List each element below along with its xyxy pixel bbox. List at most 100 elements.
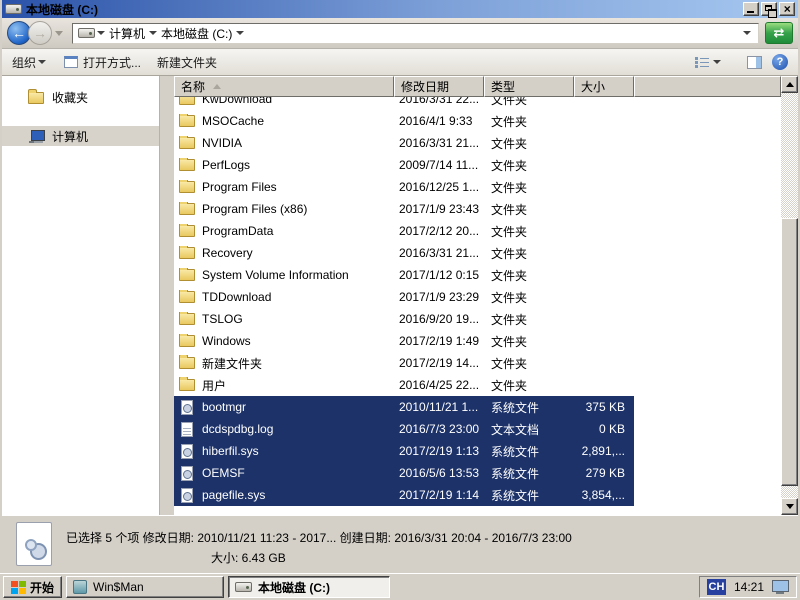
open-with-button[interactable]: 打开方式... [64, 54, 141, 71]
file-row[interactable]: ProgramData2017/2/12 20...文件夹 [174, 220, 634, 242]
file-row[interactable]: System Volume Information2017/1/12 0:15文… [174, 264, 634, 286]
file-row[interactable]: dcdspdbg.log2016/7/3 23:00文本文档0 KB [174, 418, 634, 440]
details-pane: 已选择 5 个项 修改日期: 2010/11/21 11:23 - 2017..… [2, 515, 798, 571]
display-tray-icon[interactable] [772, 580, 789, 594]
history-dropdown-icon[interactable] [55, 31, 63, 40]
scroll-down-button[interactable] [781, 498, 798, 515]
file-list-rows: KwDownload 2016/3/31 22... 文件夹 MSOCache2016… [174, 97, 781, 515]
file-name: 用户 [202, 377, 226, 394]
file-date: 2016/4/1 9:33 [394, 114, 484, 128]
scroll-up-button[interactable] [781, 76, 798, 93]
file-name: bootmgr [202, 400, 246, 414]
file-name: System Volume Information [202, 268, 349, 282]
file-type: 系统文件 [484, 465, 574, 482]
file-date: 2016/9/20 19... [394, 312, 484, 326]
multi-selection-icon [16, 522, 52, 566]
file-row[interactable]: NVIDIA2016/3/31 21...文件夹 [174, 132, 634, 154]
file-row[interactable]: TDDownload2017/1/9 23:29文件夹 [174, 286, 634, 308]
views-button[interactable] [695, 56, 723, 68]
clock[interactable]: 14:21 [734, 580, 764, 594]
address-dropdown-icon[interactable] [743, 31, 751, 39]
file-size: 279 KB [574, 466, 629, 480]
chevron-down-icon [713, 60, 721, 68]
restore-button[interactable] [761, 2, 777, 16]
file-date: 2016/4/25 22... [394, 378, 484, 392]
forward-button[interactable]: → [28, 21, 52, 45]
pane-splitter[interactable] [160, 76, 174, 515]
system-icon [181, 488, 193, 503]
file-date: 2009/7/14 11... [394, 158, 484, 172]
file-name: 新建文件夹 [202, 355, 262, 372]
file-name: Program Files [202, 180, 277, 194]
chevron-down-icon[interactable] [236, 31, 244, 39]
file-date: 2017/1/9 23:29 [394, 290, 484, 304]
sidebar-item-favorites[interactable]: 收藏夹 [2, 87, 159, 107]
file-row[interactable]: Recovery2016/3/31 21...文件夹 [174, 242, 634, 264]
selection-summary: 已选择 5 个项 修改日期: 2010/11/21 11:23 - 2017..… [66, 528, 572, 548]
column-header-date[interactable]: 修改日期 [394, 76, 484, 97]
file-type: 系统文件 [484, 399, 574, 416]
taskbar-task-winsman[interactable]: Win$Man [66, 576, 224, 598]
folder-icon [179, 269, 195, 281]
file-name: ProgramData [202, 224, 273, 238]
desktop: 本地磁盘 (C:) × ← → 计算机 本地磁盘 (C:) ⇄ [0, 0, 800, 600]
taskbar-task-local-disk-c[interactable]: 本地磁盘 (C:) [228, 576, 390, 598]
file-row[interactable]: hiberfil.sys2017/2/19 1:13系统文件2,891,... [174, 440, 634, 462]
help-button[interactable]: ? [772, 54, 788, 70]
folder-icon [179, 137, 195, 149]
file-row[interactable]: pagefile.sys2017/2/19 1:14系统文件3,854,... [174, 484, 634, 506]
file-type: 文件夹 [484, 267, 574, 284]
file-row[interactable]: PerfLogs2009/7/14 11...文件夹 [174, 154, 634, 176]
folder-icon [179, 181, 195, 193]
sidebar-item-computer[interactable]: 计算机 [2, 126, 159, 146]
title-bar[interactable]: 本地磁盘 (C:) × [2, 0, 798, 18]
file-row[interactable]: Program Files (x86)2017/1/9 23:43文件夹 [174, 198, 634, 220]
app-icon [73, 580, 87, 594]
breadcrumb-local-disk-c[interactable]: 本地磁盘 (C:) [161, 25, 232, 42]
column-header-size[interactable]: 大小 [574, 76, 634, 97]
chevron-down-icon[interactable] [149, 31, 157, 39]
address-bar[interactable]: 计算机 本地磁盘 (C:) [72, 23, 759, 44]
system-icon [181, 444, 193, 459]
file-size: 2,891,... [574, 444, 629, 458]
file-row[interactable]: 用户2016/4/25 22...文件夹 [174, 374, 634, 396]
refresh-button[interactable]: ⇄ [765, 22, 793, 44]
file-row[interactable]: KwDownload2016/3/31 22...文件夹 [174, 97, 634, 110]
chevron-down-icon[interactable] [97, 31, 105, 39]
file-row[interactable]: 新建文件夹2017/2/19 14...文件夹 [174, 352, 634, 374]
file-type: 文件夹 [484, 223, 574, 240]
column-header-empty[interactable] [634, 76, 781, 97]
window-title: 本地磁盘 (C:) [26, 1, 741, 18]
open-with-icon [64, 56, 78, 68]
close-button[interactable]: × [779, 2, 795, 16]
file-name: KwDownload [202, 97, 272, 106]
start-button[interactable]: 开始 [3, 576, 62, 598]
drive-icon [78, 28, 95, 38]
file-type: 文本文档 [484, 421, 574, 438]
file-date: 2016/3/31 22... [394, 97, 484, 106]
file-name: TDDownload [202, 290, 271, 304]
file-date: 2016/3/31 21... [394, 246, 484, 260]
new-folder-button[interactable]: 新建文件夹 [157, 54, 217, 71]
language-indicator[interactable]: CH [707, 579, 726, 595]
preview-pane-button[interactable] [747, 56, 762, 69]
column-header-type[interactable]: 类型 [484, 76, 574, 97]
file-row[interactable]: TSLOG2016/9/20 19...文件夹 [174, 308, 634, 330]
column-header-name[interactable]: 名称 [174, 76, 394, 97]
file-row[interactable]: bootmgr2010/11/21 1...系统文件375 KB [174, 396, 634, 418]
computer-icon [28, 130, 44, 143]
organize-button[interactable]: 组织 [12, 54, 48, 71]
minimize-button[interactable] [743, 2, 759, 16]
sort-ascending-icon [213, 80, 221, 89]
vertical-scrollbar[interactable] [781, 76, 798, 515]
breadcrumb-computer[interactable]: 计算机 [109, 25, 145, 42]
column-headers: 名称 修改日期 类型 大小 [174, 76, 781, 97]
drive-icon [235, 582, 252, 592]
folder-icon [179, 225, 195, 237]
file-row[interactable]: Program Files2016/12/25 1...文件夹 [174, 176, 634, 198]
file-row[interactable]: Windows2017/2/19 1:49文件夹 [174, 330, 634, 352]
file-row[interactable]: OEMSF2016/5/6 13:53系统文件279 KB [174, 462, 634, 484]
file-type: 系统文件 [484, 487, 574, 504]
scrollbar-thumb[interactable] [781, 218, 798, 486]
file-row[interactable]: MSOCache2016/4/1 9:33文件夹 [174, 110, 634, 132]
